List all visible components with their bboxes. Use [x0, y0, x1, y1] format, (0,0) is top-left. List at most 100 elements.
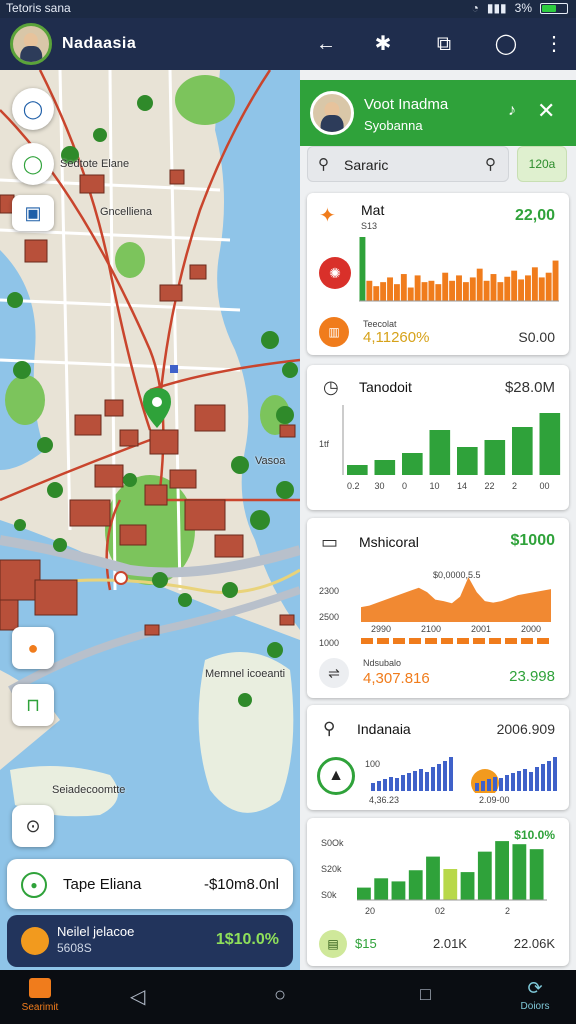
map-view[interactable]: Sedtote Elane Gncelliena Vasoa Memnel ic…: [0, 70, 300, 970]
chart-bar: [371, 783, 375, 791]
back-arrow-icon[interactable]: ←: [312, 30, 340, 58]
chart-bar: [489, 638, 501, 644]
status-bar: Tetoris sana ◔ ▮▮▮ 3%: [0, 0, 576, 18]
chat-icon[interactable]: ◯: [492, 30, 520, 58]
compass-button[interactable]: ⊙: [12, 805, 54, 847]
detail-panel: Voot Inadma Syobanna ♪ ✕ ⚲ Sararic ⚲ 120…: [300, 70, 576, 970]
foot-right: 22.06K: [513, 936, 555, 951]
chart-bar: [538, 277, 545, 301]
x-tick: 2: [512, 481, 517, 491]
chart-bar: [443, 761, 447, 791]
music-icon[interactable]: ♪: [508, 102, 516, 120]
chart-bar: [553, 757, 557, 791]
chart-bar: [401, 775, 405, 791]
chart-bar: [460, 872, 475, 900]
search-submit-icon[interactable]: ⚲: [485, 155, 496, 173]
chart-bar: [525, 275, 531, 301]
recycle-icon: ⟳: [527, 978, 543, 998]
card-value: $1000: [510, 532, 556, 549]
chart-bar: [529, 772, 533, 791]
x-tick: 00: [540, 481, 550, 491]
share-icon[interactable]: ⧉: [430, 30, 458, 58]
metric-card[interactable]: $10.0% S0Ok S20k S0k 20 02 2 ▤ $15 2.01K 2…: [307, 818, 569, 966]
badge-icon: ✺: [319, 257, 351, 289]
x-tick: 30: [375, 481, 385, 491]
chart-bar: [457, 638, 469, 644]
more-vert-icon[interactable]: ⋮: [540, 30, 568, 58]
foot-right: 23.998: [509, 668, 555, 685]
card-value: 1$10.0%: [215, 931, 279, 948]
chart-bar: [497, 282, 504, 301]
chart-tanodoit: 0.2 30 0 10 14 22 2 00: [342, 405, 561, 491]
search-bar[interactable]: ⚲ Sararic ⚲: [307, 146, 509, 182]
chart-bar: [517, 771, 521, 791]
chart-bar: [377, 638, 389, 644]
chart-bar: [435, 284, 442, 301]
map-label: Sedtote Elane: [60, 158, 130, 170]
search-icon: ⚲: [323, 719, 336, 738]
card-sub: S13: [361, 221, 378, 231]
filter-icon: ▣: [24, 202, 42, 223]
chart-bar: [402, 453, 423, 475]
sun-icon: [21, 927, 49, 955]
chart-bar: [373, 286, 380, 301]
metric-card[interactable]: ▭ Mshicoral $1000 2300 2500 1000 $0,0000…: [307, 518, 569, 698]
location-pin-button[interactable]: ◯: [12, 88, 54, 130]
stats-card[interactable]: Neilel jelacoe 5608S 1$10.0%: [7, 915, 293, 967]
chart-indanaia: [371, 757, 557, 793]
layers-button[interactable]: ◯: [12, 143, 54, 185]
metric-card[interactable]: ⚲ Indanaia 2006.909 ▲ 100 4,36.23 2.09-0…: [307, 705, 569, 810]
chart-bar: [443, 869, 458, 900]
x-tick: 0.2: [347, 481, 360, 491]
back-icon[interactable]: ◁: [130, 984, 145, 1009]
panel-avatar[interactable]: [310, 91, 354, 135]
card-title: Neilel jelacoe: [57, 924, 135, 939]
foot-right: S0.00: [518, 329, 555, 345]
recents-icon[interactable]: □: [420, 984, 431, 1005]
search-input[interactable]: Sararic: [344, 157, 388, 173]
card-title: Mshicoral: [359, 534, 419, 550]
alert-button[interactable]: ●: [12, 627, 54, 669]
user-avatar[interactable]: [10, 23, 52, 65]
summary-card[interactable]: ● Tape Eliana -$10m8.0nl: [7, 859, 293, 909]
chart-bar: [493, 777, 497, 791]
close-icon[interactable]: ✕: [537, 98, 555, 124]
metric-card[interactable]: ✦ Mat S13 22,00 ✺ ▥ Teecolat 4,11260% S0…: [307, 193, 569, 355]
home-circle-icon[interactable]: ○: [274, 984, 286, 1007]
pin-icon[interactable]: ✱: [369, 30, 397, 58]
route-button[interactable]: ⊓: [12, 684, 54, 726]
x-tick: 2990: [371, 624, 391, 634]
clock-icon: ◷: [323, 377, 339, 397]
card-title: Indanaia: [357, 721, 411, 737]
chart-bar: [499, 778, 503, 791]
card-label: Tape Eliana: [63, 876, 142, 893]
nav-right-label: Doiors: [520, 1001, 550, 1012]
chart-bar: [425, 772, 429, 791]
chart-bar: [393, 638, 405, 644]
route-icon: ⊓: [25, 694, 41, 715]
chart-bar: [347, 465, 368, 475]
chart-bar: [374, 460, 396, 475]
x-tick: 20: [365, 906, 375, 916]
filter-button[interactable]: ▣: [12, 195, 54, 231]
signal-icon: ▮▮▮: [486, 1, 507, 15]
scale-icon: ⇌: [319, 658, 349, 688]
nav-left-button[interactable]: Searimit: [16, 978, 64, 1013]
foot-left: $15: [355, 936, 377, 951]
nav-right-button[interactable]: ⟳ Doiors: [510, 978, 560, 1012]
coin-icon: ▥: [319, 317, 349, 347]
flame-icon: ✦: [319, 205, 336, 227]
filter-chip-button[interactable]: 120a: [517, 146, 567, 182]
chart-bar: [413, 771, 417, 791]
compass-icon: ⊙: [25, 815, 41, 836]
peak-label: $0,0000,5.5: [433, 570, 481, 580]
metric-card[interactable]: ◷ Tanodoit $28.0M 1tf 0.2 30 0 10 14 22 2 00: [307, 365, 569, 510]
panel-subtitle: Syobanna: [364, 118, 423, 133]
chart-bar: [409, 638, 421, 644]
card-value: 22,00: [514, 207, 555, 224]
map-label: Seiadecoomtte: [52, 784, 126, 796]
foot-label: Ndsubalo: [363, 658, 402, 668]
chart-bar: [547, 761, 551, 791]
chart-bar: [512, 427, 533, 475]
chart-bar: [495, 841, 509, 900]
